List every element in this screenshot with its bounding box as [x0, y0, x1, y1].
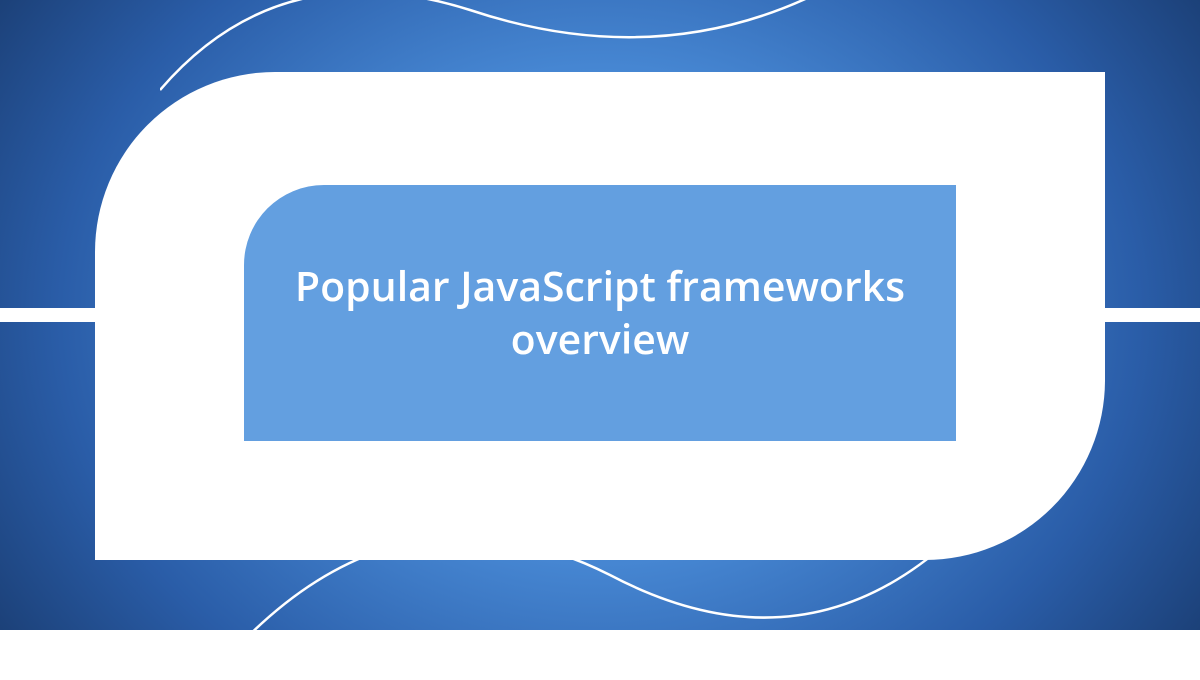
title-panel: Popular JavaScript frameworks overview	[244, 185, 956, 441]
main-title: Popular JavaScript frameworks overview	[294, 260, 906, 367]
